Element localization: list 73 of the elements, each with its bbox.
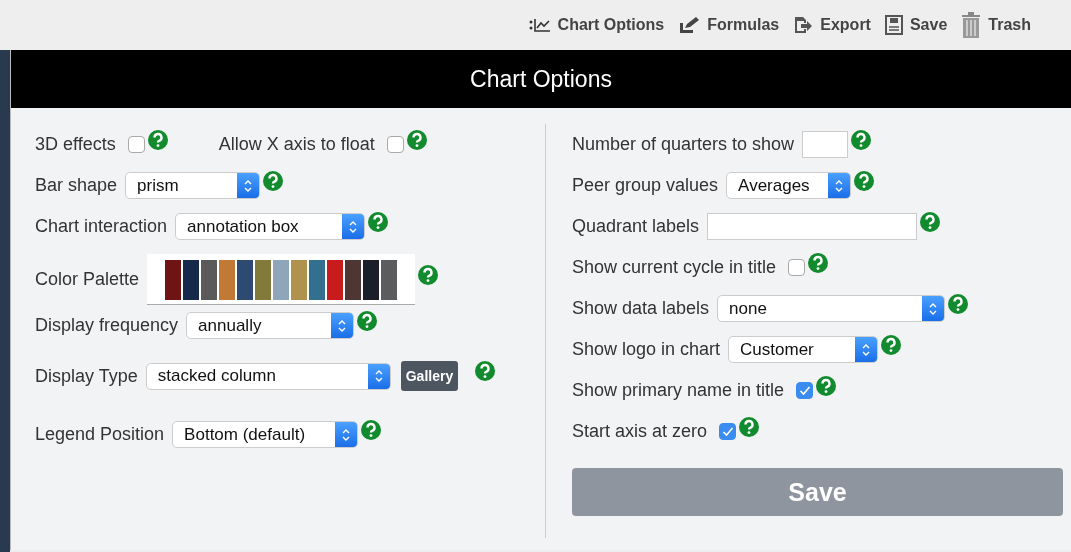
field-label: Display Type (35, 365, 138, 387)
color-swatch[interactable] (363, 260, 380, 300)
color-swatch[interactable] (255, 260, 272, 300)
checkbox[interactable] (386, 136, 404, 153)
dialog-title: Chart Options (470, 65, 612, 93)
dropdown[interactable]: annotation box (175, 213, 366, 240)
color-swatch[interactable] (165, 260, 182, 300)
help-icon[interactable] (919, 210, 942, 233)
field-label: Legend Position (35, 424, 165, 445)
input-field[interactable] (707, 213, 918, 240)
color-swatch[interactable] (219, 260, 236, 300)
help-icon[interactable] (850, 128, 873, 151)
field-label: Show logo in chart (572, 339, 721, 360)
dropdown[interactable]: Customer (728, 336, 879, 363)
checkbox[interactable] (127, 136, 145, 153)
dropdown[interactable]: stacked column (145, 362, 391, 390)
field-label: Quadrant labels (572, 216, 700, 237)
field-label: Show current cycle in title (572, 257, 777, 278)
toolbar-item[interactable]: Formulas (678, 16, 780, 34)
help-icon[interactable] (474, 360, 497, 382)
trash-icon (961, 12, 982, 38)
field-label: Display frequency (35, 315, 179, 336)
toolbar-item[interactable]: Trash (961, 12, 1031, 38)
help-icon[interactable] (405, 128, 428, 151)
export-icon (793, 16, 814, 34)
dropdown[interactable]: annually (186, 312, 355, 339)
field-label: Peer group values (572, 175, 719, 196)
line-chart-icon (528, 17, 551, 33)
field-label: Color Palette (35, 269, 140, 290)
toolbar-item[interactable]: Chart Options (528, 16, 665, 34)
help-icon[interactable] (146, 128, 169, 151)
input-field[interactable] (802, 131, 849, 158)
dropdown[interactable]: Bottom (default) (172, 421, 359, 448)
help-icon[interactable] (880, 333, 903, 356)
checkbox[interactable] (788, 259, 806, 276)
color-swatch[interactable] (381, 260, 398, 300)
help-icon[interactable] (738, 415, 761, 438)
field-label: Number of quarters to show (572, 134, 795, 155)
field-label: Start axis at zero (572, 421, 708, 442)
color-swatch[interactable] (345, 260, 362, 300)
dropdown[interactable]: none (717, 295, 946, 322)
color-swatch[interactable] (201, 260, 218, 300)
color-swatch[interactable] (183, 260, 200, 300)
field-label: 3D effects (35, 134, 116, 155)
color-swatch[interactable] (327, 260, 344, 300)
pencil-icon (678, 16, 701, 34)
up-down-arrows-icon (373, 368, 384, 384)
help-icon[interactable] (367, 210, 390, 233)
checkbox[interactable] (796, 382, 814, 399)
help-icon[interactable] (807, 251, 830, 274)
color-swatch[interactable] (237, 260, 254, 300)
dropdown[interactable]: prism (125, 172, 261, 199)
gallery-button[interactable]: Gallery (400, 361, 459, 391)
help-icon[interactable] (262, 169, 285, 192)
help-icon[interactable] (815, 374, 838, 397)
checkbox[interactable] (719, 423, 737, 440)
color-swatch[interactable] (309, 260, 326, 300)
toolbar-item[interactable]: Export (793, 16, 871, 34)
help-icon[interactable] (356, 309, 379, 332)
color-swatch[interactable] (291, 260, 308, 300)
help-icon[interactable] (360, 418, 383, 441)
help-icon[interactable] (417, 263, 440, 286)
field-label: Allow X axis to float (218, 134, 375, 155)
help-icon[interactable] (853, 169, 876, 192)
color-swatch[interactable] (273, 260, 290, 300)
field-label: Show data labels (572, 298, 710, 319)
color-palette[interactable] (147, 254, 416, 305)
field-label: Bar shape (35, 175, 118, 196)
field-label: Show primary name in title (572, 380, 785, 401)
toolbar-item[interactable]: Save (884, 15, 948, 35)
field-label: Chart interaction (35, 216, 168, 237)
help-icon[interactable] (947, 292, 970, 315)
dropdown[interactable]: Averages (726, 172, 852, 199)
